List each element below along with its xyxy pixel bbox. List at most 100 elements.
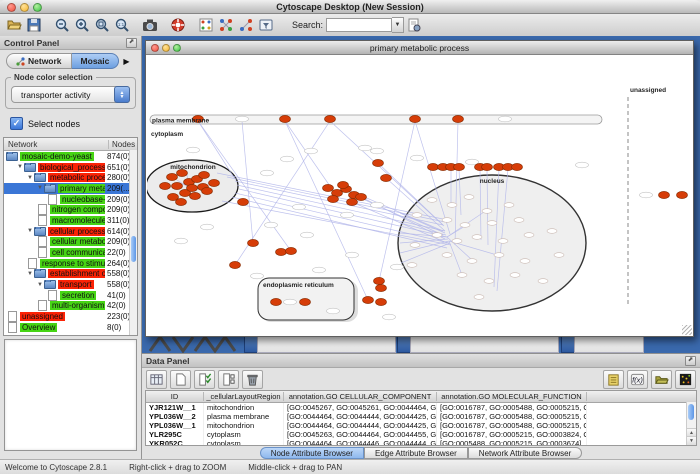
network-node-label-pill[interactable] — [498, 239, 508, 244]
network-node[interactable] — [325, 115, 336, 122]
cell[interactable]: mitochondrion — [204, 421, 284, 430]
network-node-label-pill[interactable] — [442, 218, 452, 223]
import-network-b-icon[interactable] — [236, 16, 256, 35]
network-node[interactable] — [172, 182, 183, 189]
table-mode-icon[interactable] — [146, 370, 167, 389]
network-edge[interactable] — [285, 121, 368, 300]
tree-scrollbar[interactable] — [129, 150, 137, 335]
zoom-selected-region-icon[interactable] — [92, 16, 112, 35]
network-node-label-pill[interactable] — [341, 212, 354, 218]
network-node[interactable] — [280, 115, 291, 122]
network-node[interactable] — [338, 181, 349, 188]
network-node[interactable] — [347, 198, 358, 205]
tab-mosaic[interactable]: Mosaic — [72, 53, 120, 69]
tree-row-transport[interactable]: ▼transport558(0) — [4, 279, 137, 290]
table-row-YPL036W__1[interactable]: YPL036W__1mitochondrion[GO:0044464, GO:0… — [146, 421, 696, 430]
import-attributes-icon[interactable] — [651, 370, 672, 389]
network-node[interactable] — [167, 173, 178, 180]
network-node-label-pill[interactable] — [494, 253, 504, 258]
table-scrollbar-thumb[interactable] — [688, 404, 694, 420]
network-node-label-pill[interactable] — [499, 116, 512, 122]
expander-icon[interactable]: ▼ — [26, 228, 34, 234]
cell[interactable]: [GO:0016787, GO:0005488, GO:0005215, G..… — [437, 412, 587, 421]
tree-row-response-to-stimulu[interactable]: response to stimulu264(0) — [4, 258, 137, 269]
network-node-label-pill[interactable] — [284, 299, 297, 305]
function-builder-icon[interactable]: f(x) — [627, 370, 648, 389]
cell[interactable]: YJR121W__1 — [146, 403, 204, 412]
tree-row-unassigned[interactable]: unassigned223(0) — [4, 311, 137, 322]
network-node-label-pill[interactable] — [411, 155, 424, 161]
network-node[interactable] — [373, 159, 384, 166]
expander-icon[interactable]: ▼ — [16, 164, 24, 170]
save-session-icon[interactable] — [24, 16, 44, 35]
attribute-editor-icon[interactable] — [603, 370, 624, 389]
cell[interactable]: YKR052C — [146, 439, 204, 446]
table-row-YJR121W__1[interactable]: YJR121W__1mitochondrion[GO:0045267, GO:0… — [146, 403, 696, 412]
network-node-label-pill[interactable] — [504, 203, 514, 208]
cell[interactable]: YLR295C — [146, 430, 204, 439]
filter-box-icon[interactable] — [256, 16, 276, 35]
delete-attribute-icon[interactable] — [242, 370, 263, 389]
zoom-fit-content-icon[interactable]: 1:1 — [112, 16, 132, 35]
attribute-document-icon[interactable] — [404, 16, 424, 35]
network-node[interactable] — [176, 198, 187, 205]
network-node[interactable] — [454, 163, 465, 170]
cell[interactable]: [GO:0045267, GO:0045261, GO:0044464, G..… — [284, 403, 437, 412]
network-node[interactable] — [428, 163, 439, 170]
network-node-label-pill[interactable] — [640, 192, 653, 198]
network-node-label-pill[interactable] — [524, 233, 534, 238]
network-node[interactable] — [199, 171, 210, 178]
unselect-attributes-icon[interactable] — [218, 370, 239, 389]
network-node-label-pill[interactable] — [576, 162, 589, 168]
expander-icon[interactable]: ▼ — [36, 185, 44, 191]
close-window-icon[interactable] — [7, 3, 16, 12]
network-node-label-pill[interactable] — [251, 273, 264, 279]
network-node-label-pill[interactable] — [261, 170, 274, 176]
tree-row-biological-process[interactable]: ▼biological_process651(0) — [4, 162, 137, 173]
cell[interactable]: mitochondrion — [204, 403, 284, 412]
table-row-YPL036W__2[interactable]: YPL036W__2plasma membrane[GO:0044464, GO… — [146, 412, 696, 421]
tree-row-overview[interactable]: Overview8(0) — [4, 322, 137, 333]
network-node-label-pill[interactable] — [371, 148, 384, 154]
cell[interactable]: cytoplasm — [204, 439, 284, 446]
network-node-label-pill[interactable] — [464, 195, 474, 200]
network-node[interactable] — [356, 193, 367, 200]
select-attributes-icon[interactable] — [194, 370, 215, 389]
network-node[interactable] — [286, 247, 297, 254]
expander-icon[interactable]: ▼ — [26, 271, 34, 277]
network-node[interactable] — [677, 191, 688, 198]
more-tabs-arrow-icon[interactable]: ▶ — [123, 57, 129, 66]
tree-row-secretion[interactable]: secretion41(0) — [4, 290, 137, 301]
network-node[interactable] — [202, 187, 213, 194]
network-node-label-pill[interactable] — [452, 239, 462, 244]
vizmapper-icon[interactable] — [196, 16, 216, 35]
network-node[interactable] — [248, 239, 259, 246]
network-node-label-pill[interactable] — [442, 253, 452, 258]
network-node[interactable] — [271, 298, 282, 305]
network-node[interactable] — [410, 115, 421, 122]
network-node-label-pill[interactable] — [474, 295, 484, 300]
tree-row-nucleobase-[interactable]: nucleobase-209(0) — [4, 194, 137, 205]
network-node-label-pill[interactable] — [514, 218, 524, 223]
select-nodes-checkbox[interactable]: ✓ — [10, 117, 23, 130]
minimize-window-icon[interactable] — [20, 3, 29, 12]
tree-row-primary-metabo[interactable]: ▼primary metabo209(... — [4, 183, 137, 194]
network-node[interactable] — [328, 195, 339, 202]
network-node[interactable] — [300, 298, 311, 305]
network-node-label-pill[interactable] — [538, 279, 548, 284]
network-node-label-pill[interactable] — [265, 222, 278, 228]
network-node-label-pill[interactable] — [281, 156, 294, 162]
open-session-icon[interactable] — [4, 16, 24, 35]
tree-row-cellular-metabo[interactable]: cellular metabo209(0) — [4, 237, 137, 248]
network-canvas[interactable]: plasma membrane cytoplasm mitochondrion … — [147, 55, 692, 335]
tree-row-mosaic-demo-yeast[interactable]: mosaic-demo-yeast874(0) — [4, 151, 137, 162]
cell[interactable]: YPL036W__2 — [146, 412, 204, 421]
cell[interactable]: [GO:0045263, GO:0044464, GO:0044455, G..… — [284, 430, 437, 439]
column-header-1[interactable]: _cellularLayoutRegion — [204, 392, 284, 401]
tree-row-cell-communicat[interactable]: cell communicat22(0) — [4, 247, 137, 258]
search-dropdown-arrow-icon[interactable]: ▼ — [392, 17, 404, 33]
network-node-label-pill[interactable] — [547, 229, 557, 234]
export-image-camera-icon[interactable] — [140, 16, 160, 35]
tree-row-macromolecule[interactable]: macromolecule311(0) — [4, 215, 137, 226]
network-node-label-pill[interactable] — [554, 253, 564, 258]
